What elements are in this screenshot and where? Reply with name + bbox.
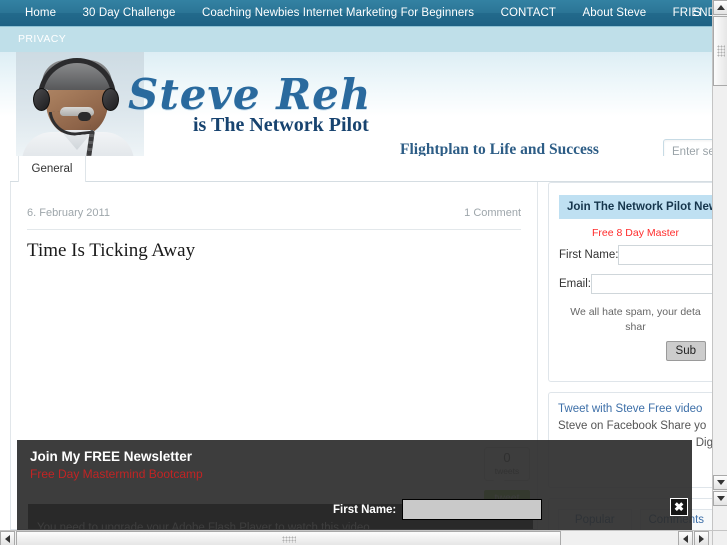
chevron-down-icon-secondary bbox=[716, 496, 725, 501]
chevron-right-icon bbox=[699, 534, 704, 543]
scroll-left-button[interactable] bbox=[0, 531, 15, 545]
optin-spam-note-line-2: shar bbox=[625, 321, 646, 333]
optin-email-label: Email: bbox=[559, 278, 591, 290]
browser-viewport: Home 30 Day Challenge Coaching Newbies I… bbox=[0, 0, 727, 545]
headset-microphone-icon bbox=[78, 112, 91, 121]
horizontal-scrollbar-thumb[interactable] bbox=[16, 531, 561, 545]
secondary-navigation: PRIVACY bbox=[0, 26, 712, 52]
web-page: Home 30 Day Challenge Coaching Newbies I… bbox=[0, 0, 712, 530]
search-box[interactable] bbox=[663, 139, 712, 156]
headset-earcup-left-icon bbox=[33, 88, 50, 111]
chevron-left-icon-secondary bbox=[683, 534, 688, 543]
chevron-up-icon bbox=[716, 5, 725, 10]
nav-item-contact[interactable]: CONTACT bbox=[490, 0, 567, 26]
modal-first-name-row: First Name: bbox=[333, 499, 543, 520]
site-masthead: Steve Reh is The Network Pilot Flightpla… bbox=[0, 52, 712, 156]
modal-first-name-label: First Name: bbox=[333, 503, 397, 516]
optin-email-input[interactable] bbox=[590, 274, 712, 294]
meta-divider bbox=[27, 229, 521, 230]
optin-first-name-label: First Name: bbox=[559, 249, 619, 261]
nav-item-home[interactable]: Home bbox=[14, 0, 67, 26]
optin-first-name-row: First Name: bbox=[559, 245, 712, 265]
nav-item-30-day-challenge[interactable]: 30 Day Challenge bbox=[72, 0, 187, 26]
scrollbar-grip-icon-horizontal bbox=[282, 536, 296, 543]
site-tagline: Flightplan to Life and Success With Onli… bbox=[400, 140, 608, 156]
chevron-down-icon bbox=[716, 480, 725, 485]
scrollbar-corner bbox=[712, 530, 727, 545]
scroll-down-button[interactable] bbox=[713, 475, 727, 490]
scrollbar-grip-icon bbox=[717, 45, 725, 57]
nav-item-truncated[interactable]: S bbox=[682, 0, 712, 26]
nav-item-about-steve[interactable]: About Steve bbox=[571, 0, 657, 26]
optin-spam-note: We all hate spam, your deta shar bbox=[559, 303, 712, 341]
tagline-line-1: Flightplan to Life and Success bbox=[400, 141, 599, 156]
horizontal-scrollbar[interactable] bbox=[0, 530, 727, 545]
optin-subheading: Free 8 Day Master bbox=[592, 227, 679, 239]
nav-item-coaching-newbies[interactable]: Coaching Newbies Internet Marketing For … bbox=[191, 0, 485, 26]
optin-first-name-input[interactable] bbox=[618, 245, 712, 265]
headset-earcup-right-icon bbox=[102, 88, 119, 111]
modal-title: Join My FREE Newsletter bbox=[30, 449, 193, 464]
optin-submit-button[interactable]: Sub bbox=[665, 341, 706, 361]
primary-navigation: Home 30 Day Challenge Coaching Newbies I… bbox=[0, 0, 712, 26]
search-input[interactable] bbox=[664, 140, 712, 156]
scroll-right-button[interactable] bbox=[694, 531, 709, 545]
post-date: 6. February 2011 bbox=[27, 207, 110, 219]
optin-heading: Join The Network Pilot New bbox=[559, 195, 712, 219]
nav-item-privacy[interactable]: PRIVACY bbox=[0, 27, 66, 52]
tweet-with-steve-link[interactable]: Tweet with Steve Free video bbox=[558, 401, 712, 418]
site-logo-script[interactable]: Steve Reh bbox=[128, 70, 371, 119]
host-portrait-photo bbox=[16, 52, 144, 156]
site-logo-subtitle: is The Network Pilot bbox=[193, 114, 369, 136]
vertical-scrollbar[interactable] bbox=[712, 0, 727, 530]
post-comment-count[interactable]: 1 Comment bbox=[464, 207, 521, 219]
scroll-down-button-secondary[interactable] bbox=[713, 491, 727, 506]
post-meta: 6. February 2011 1 Comment bbox=[27, 207, 521, 219]
facebook-share-text: Steve on Facebook Share yo bbox=[558, 420, 707, 432]
tab-general[interactable]: General bbox=[18, 156, 86, 182]
post-title: Time Is Ticking Away bbox=[27, 240, 196, 261]
newsletter-modal-overlay: Join My FREE Newsletter Free Day Masterm… bbox=[17, 440, 692, 530]
scroll-up-button[interactable] bbox=[713, 0, 727, 15]
modal-first-name-input[interactable] bbox=[402, 499, 543, 520]
close-icon[interactable]: ✖ bbox=[670, 498, 688, 516]
category-tab-strip: General bbox=[10, 156, 712, 182]
newsletter-optin-widget: Join The Network Pilot New Free 8 Day Ma… bbox=[548, 182, 712, 382]
chevron-left-icon bbox=[5, 534, 10, 543]
optin-spam-note-line-1: We all hate spam, your deta bbox=[570, 306, 701, 318]
vertical-scrollbar-thumb[interactable] bbox=[713, 16, 727, 86]
optin-email-row: Email: bbox=[559, 274, 712, 294]
modal-subtitle: Free Day Mastermind Bootcamp bbox=[30, 467, 203, 481]
scroll-right-button-left-arrow[interactable] bbox=[678, 531, 693, 545]
